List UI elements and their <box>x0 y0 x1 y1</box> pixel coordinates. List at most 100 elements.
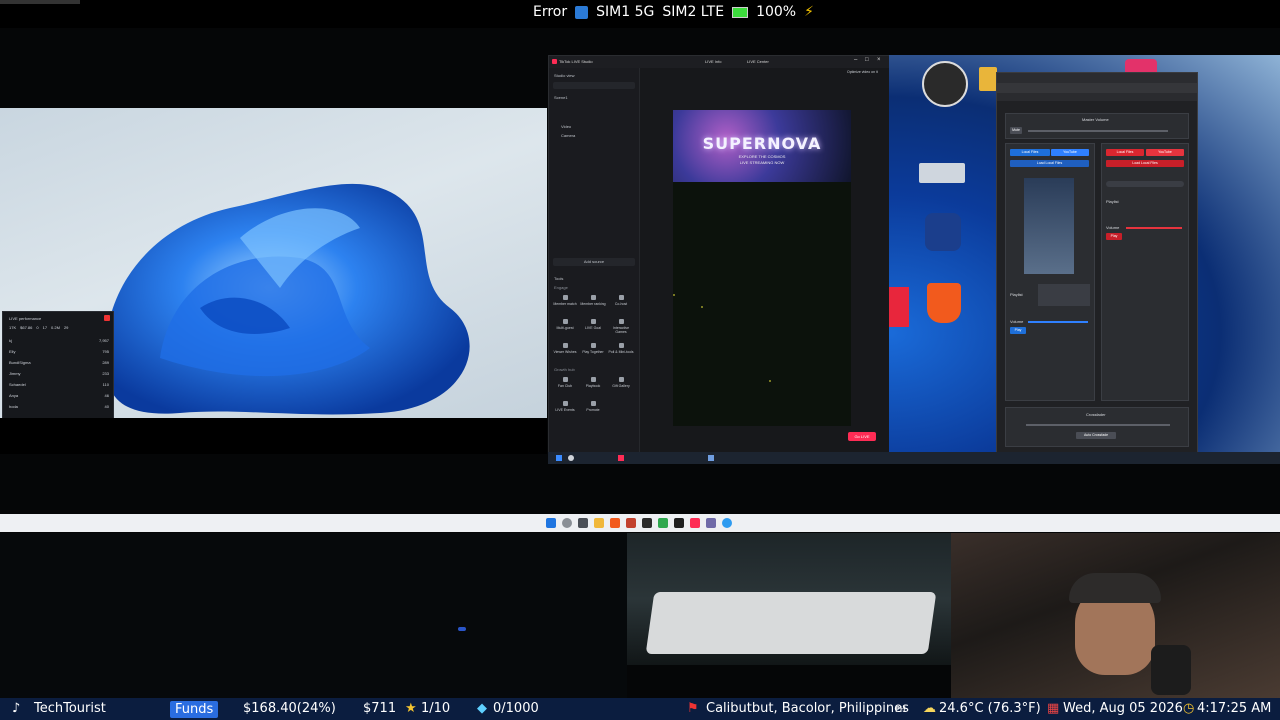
app-icon[interactable] <box>925 213 961 251</box>
live-center-button[interactable]: LIVE Center <box>747 59 769 64</box>
tool-playbook[interactable]: Playbook <box>580 374 606 394</box>
obs-icon[interactable] <box>922 61 968 107</box>
app-icon[interactable] <box>642 518 652 528</box>
stat-viewers: 17K <box>9 325 17 330</box>
source-camera[interactable]: Camera <box>561 133 575 138</box>
left-volume-slider[interactable] <box>1028 321 1088 323</box>
app-icon[interactable] <box>706 518 716 528</box>
right-url-input[interactable] <box>1106 181 1184 187</box>
optimize-toggle[interactable]: Optimize video on it <box>847 70 878 74</box>
sim2-label: SIM2 LTE <box>662 4 725 20</box>
scene-label[interactable]: Scene1 <box>554 95 568 100</box>
left-load-button[interactable]: Load Local Files <box>1010 160 1089 167</box>
master-volume-panel: Master Volume Mute <box>1005 113 1189 139</box>
tool-interactive-games[interactable]: Interactive Games <box>608 316 634 336</box>
left-play-button[interactable]: Play <box>1010 327 1026 334</box>
file-explorer-icon[interactable] <box>594 518 604 528</box>
app-icon[interactable] <box>708 455 714 461</box>
preview-controls[interactable] <box>650 432 840 440</box>
app-icon[interactable] <box>626 518 636 528</box>
crossfader-slider[interactable] <box>1026 424 1170 426</box>
left-playlist[interactable] <box>1038 284 1090 306</box>
list-item: Schaedel 110 <box>9 382 109 387</box>
task-view-icon[interactable] <box>578 518 588 528</box>
live-info-button[interactable]: LIVE Info <box>705 59 721 64</box>
battery-label: 100% <box>756 4 797 20</box>
tool-poll[interactable]: Poll & Mini-tools <box>608 340 634 360</box>
source-video[interactable]: Video <box>561 124 571 129</box>
app-shortcut-icon[interactable] <box>889 287 909 327</box>
folder-icon[interactable] <box>979 67 997 91</box>
tool-promote[interactable]: Promote <box>580 398 606 418</box>
master-volume-slider[interactable] <box>1028 130 1168 132</box>
particle <box>673 294 675 296</box>
go-live-button[interactable]: Go LIVE <box>848 432 876 441</box>
row-value: 110 <box>102 382 109 387</box>
stat-likes: 0.2M <box>51 325 60 330</box>
left-tab-youtube[interactable]: YouTube <box>1051 149 1089 156</box>
tool-member-ranking[interactable]: Member ranking <box>580 292 606 312</box>
banner-title: SUPERNOVA <box>702 134 822 153</box>
tools-heading: Tools <box>554 276 564 281</box>
tool-live-events[interactable]: LIVE Events <box>552 398 578 418</box>
tool-multi-guest[interactable]: Multi-guest <box>552 316 578 336</box>
tool-label: Playbook <box>585 384 601 388</box>
tool-gift-gallery[interactable]: Gift Gallery <box>608 374 634 394</box>
browser-window: Master Volume Mute Local Files YouTube L… <box>996 72 1198 454</box>
funds-badge: Funds <box>170 701 219 718</box>
tool-co-host[interactable]: Co-host <box>608 292 634 312</box>
studio-left-panel: Studio view Scene1 Video Camera Add sour… <box>549 68 640 453</box>
terminal-icon[interactable] <box>674 518 684 528</box>
tool-play-together[interactable]: Play Together <box>580 340 606 360</box>
tool-label: LIVE Goal <box>585 326 601 330</box>
tool-fan-club[interactable]: Fan Club <box>552 374 578 394</box>
tool-label: Promote <box>586 408 600 412</box>
right-play-button[interactable]: Play <box>1106 233 1122 240</box>
tool-member-match[interactable]: Member match <box>552 292 578 312</box>
search-icon[interactable] <box>568 455 574 461</box>
address-bar[interactable] <box>997 83 1197 93</box>
row-value: 46 <box>104 393 109 398</box>
stars-value: 1/10 <box>421 701 451 716</box>
start-icon[interactable] <box>556 455 562 461</box>
right-tab-youtube[interactable]: YouTube <box>1146 149 1184 156</box>
tool-label: Member match <box>553 302 577 306</box>
tool-viewer-wishes[interactable]: Viewer Wishes <box>552 340 578 360</box>
xbox-icon[interactable] <box>658 518 668 528</box>
right-volume-slider[interactable] <box>1126 227 1182 229</box>
network-status: Error SIM1 5G SIM2 LTE 100% ⚡ <box>533 4 814 20</box>
row-value: 233 <box>102 371 109 376</box>
tool-label: LIVE Events <box>555 408 575 412</box>
banner-subtitle: EXPLORE THE COSMOS <box>738 154 786 159</box>
close-icon[interactable]: × <box>877 57 881 63</box>
search-icon[interactable] <box>562 518 572 528</box>
maximize-icon[interactable]: □ <box>865 57 869 63</box>
video-thumbnail-icon[interactable] <box>919 163 965 183</box>
country-code: PH <box>895 705 906 714</box>
tiktok-taskbar-icon[interactable] <box>690 518 700 528</box>
add-source-button[interactable]: Add source <box>553 258 635 266</box>
view-switcher[interactable] <box>553 82 635 89</box>
close-icon[interactable] <box>104 315 110 321</box>
studio-view-dropdown[interactable]: Studio view <box>554 73 574 78</box>
location-text: Calibutbut, Bacolor, Philippines <box>706 701 909 716</box>
app-icon[interactable] <box>722 518 732 528</box>
brave-icon[interactable] <box>610 518 620 528</box>
tiktok-taskbar-icon[interactable] <box>618 455 624 461</box>
left-tab-local[interactable]: Local Files <box>1010 149 1050 156</box>
browser-tabbar[interactable] <box>997 73 1197 83</box>
minimize-icon[interactable]: – <box>854 57 857 63</box>
auto-crossfade-button[interactable]: Auto Crossfade <box>1076 432 1116 439</box>
mute-button[interactable]: Mute <box>1010 127 1022 134</box>
right-tab-local[interactable]: Local Files <box>1106 149 1144 156</box>
bookmarks-bar[interactable] <box>997 93 1197 101</box>
charging-icon: ⚡ <box>804 4 814 20</box>
widget-title: LIVE performance <box>9 316 42 321</box>
right-load-button[interactable]: Load Local Files <box>1106 160 1184 167</box>
start-icon[interactable] <box>546 518 556 528</box>
list-item: hoda 40 <box>9 404 109 409</box>
brave-icon[interactable] <box>927 283 961 323</box>
row-name: BundlSigma <box>9 360 31 365</box>
tool-live-goal[interactable]: LIVE Goal <box>580 316 606 336</box>
diamonds-value: 0/1000 <box>493 701 539 716</box>
